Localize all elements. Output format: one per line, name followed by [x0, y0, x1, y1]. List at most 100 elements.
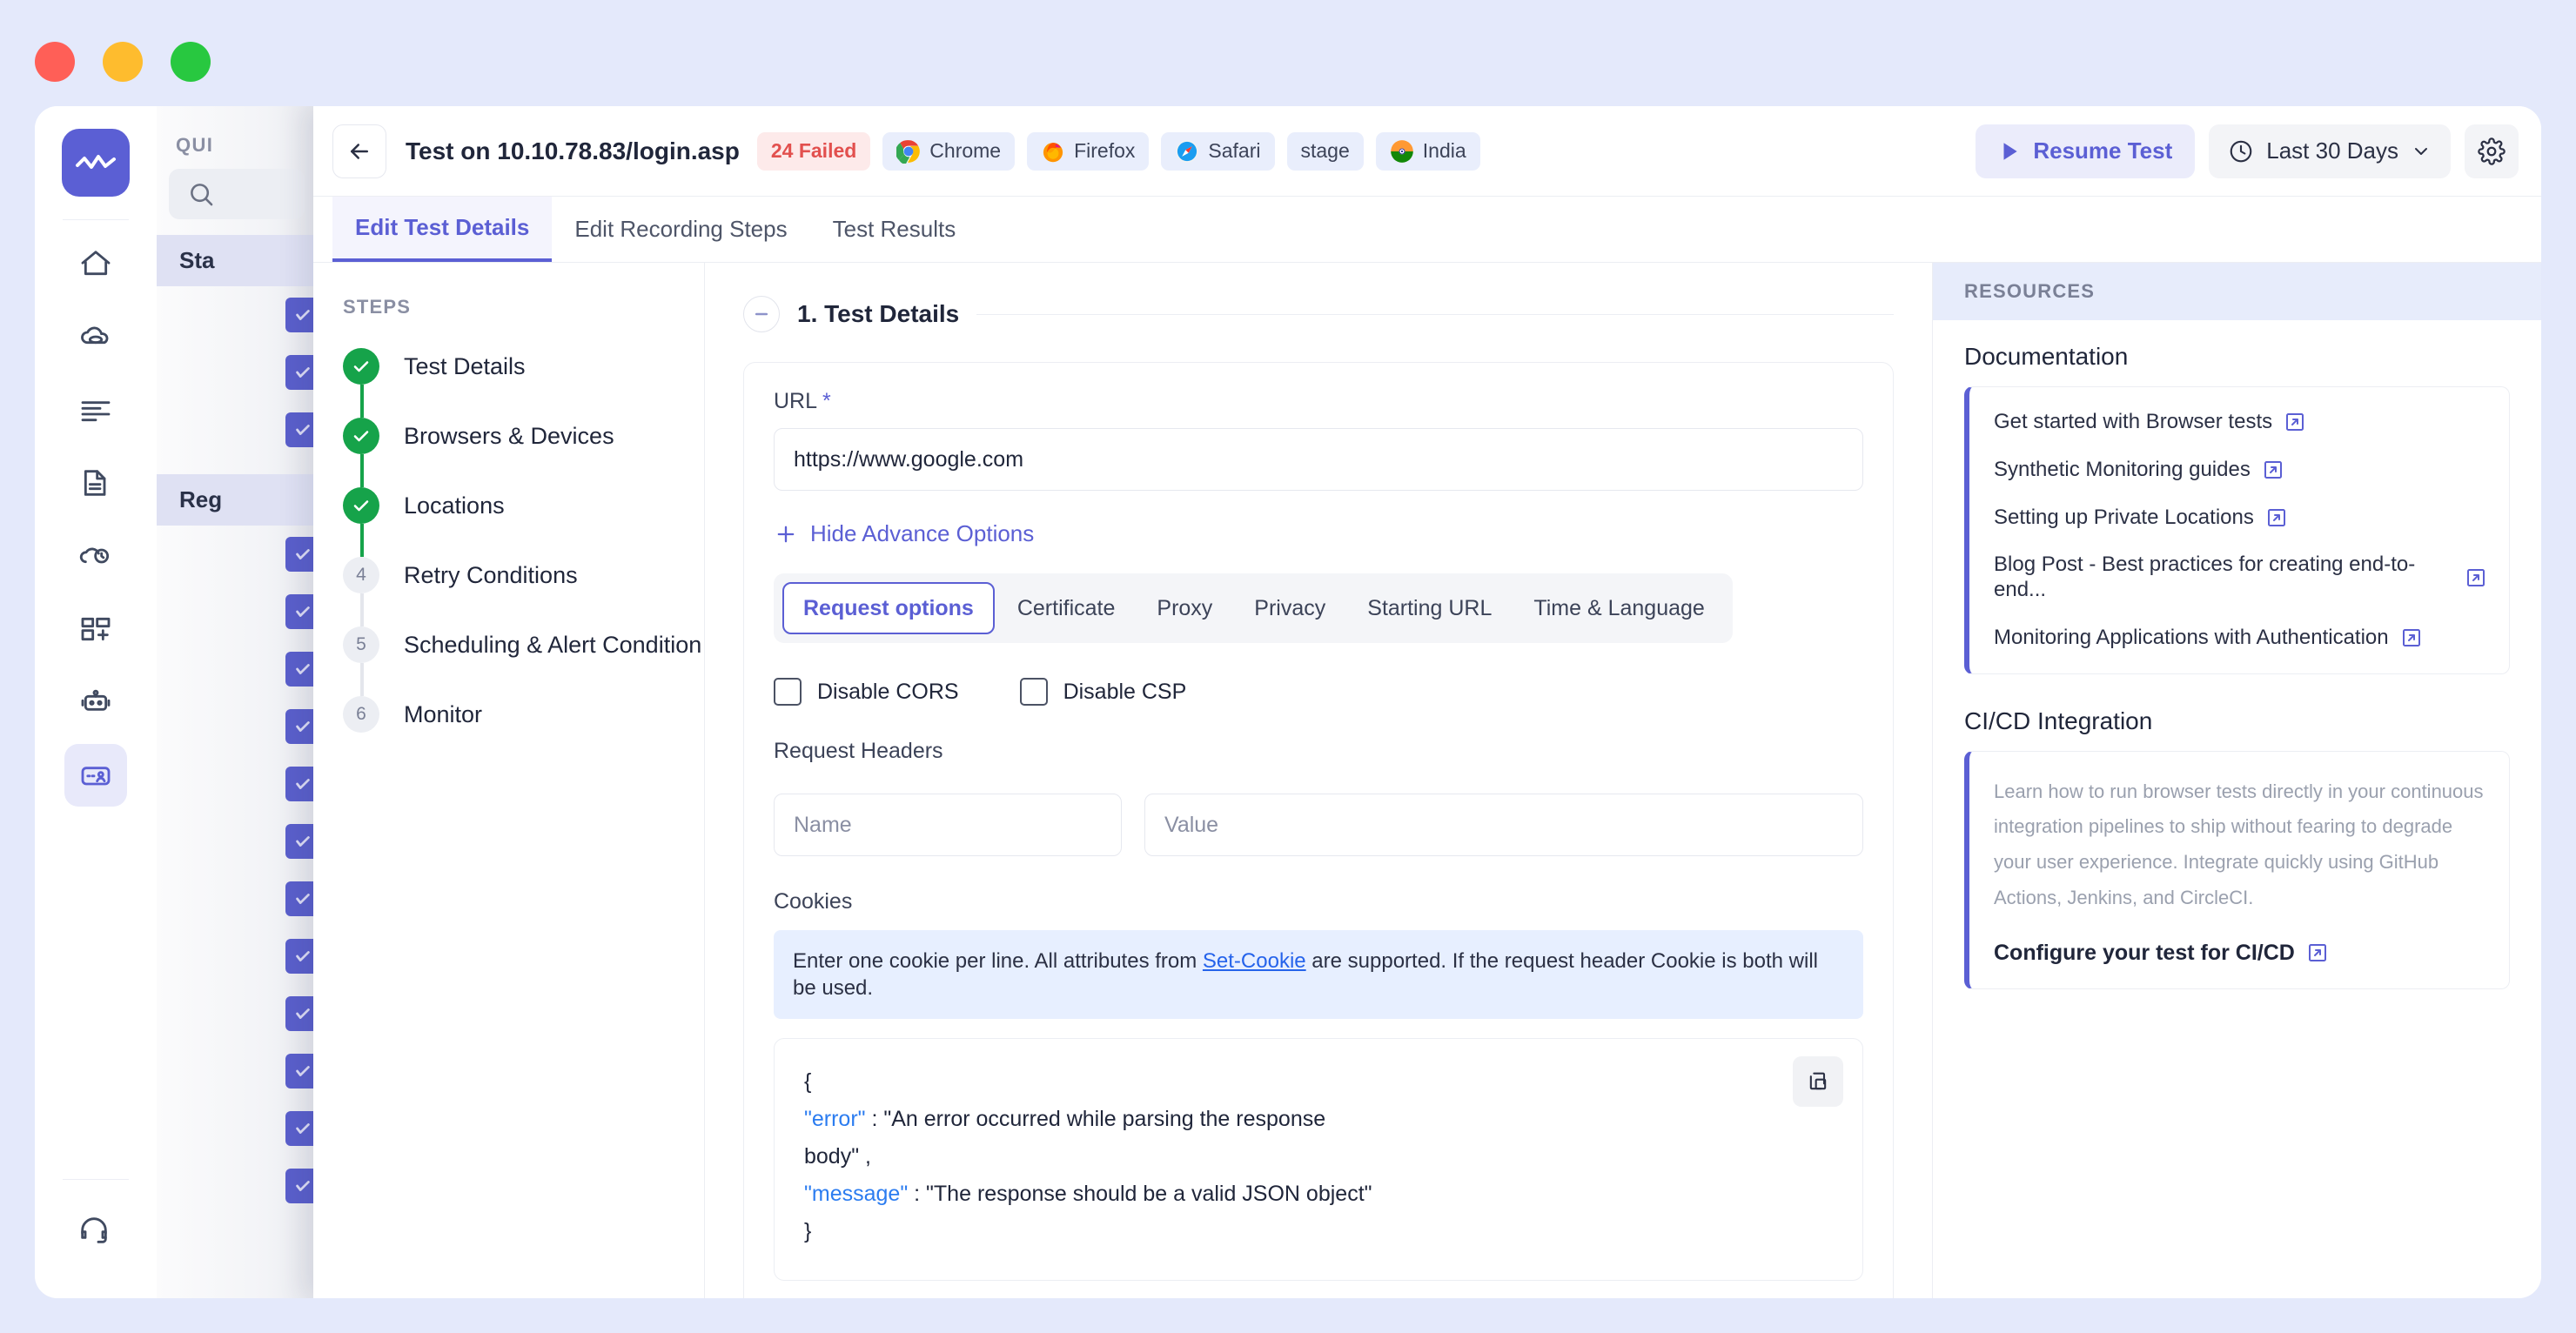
list-item[interactable]: [157, 583, 313, 640]
status-badge[interactable]: 24 Failed: [757, 132, 870, 171]
copy-icon[interactable]: [1793, 1056, 1843, 1107]
settings-button[interactable]: [2465, 124, 2519, 178]
check-icon: [285, 881, 313, 916]
step-item-locations[interactable]: Locations: [343, 487, 704, 524]
checkbox-box: [1020, 678, 1048, 706]
play-icon: [1998, 139, 2021, 164]
home-icon[interactable]: [64, 232, 127, 295]
cloud-monitor-icon[interactable]: [64, 525, 127, 587]
sidebar-group-heading: Reg: [157, 474, 313, 526]
request-header-value-input[interactable]: Value: [1144, 794, 1863, 856]
option-tab-starting-url[interactable]: Starting URL: [1348, 582, 1511, 634]
location-pill-india[interactable]: India: [1376, 132, 1480, 171]
cookies-code-editor[interactable]: { "error" : "An error occurred while par…: [774, 1038, 1863, 1281]
minus-icon[interactable]: [743, 296, 780, 332]
doc-link-label: Get started with Browser tests: [1994, 410, 2272, 435]
cloud-infrastructure-icon[interactable]: [64, 305, 127, 368]
tab-label: Test Results: [833, 216, 956, 243]
external-link-icon: [2465, 567, 2486, 588]
arrow-left-icon: [346, 138, 372, 164]
list-item[interactable]: [157, 985, 313, 1042]
doc-link-get-started[interactable]: Get started with Browser tests: [1994, 410, 2486, 435]
option-tab-certificate[interactable]: Certificate: [998, 582, 1135, 634]
list-item[interactable]: [157, 698, 313, 755]
list-item[interactable]: [157, 813, 313, 870]
code-line: }: [804, 1213, 1833, 1250]
request-headers-label: Request Headers: [774, 739, 1863, 764]
step-label: Test Details: [404, 353, 526, 380]
list-item[interactable]: [157, 401, 313, 459]
tab-edit-test-details[interactable]: Edit Test Details: [332, 197, 552, 262]
list-item[interactable]: [157, 755, 313, 813]
list-item[interactable]: [157, 344, 313, 401]
check-icon: [285, 1169, 313, 1203]
doc-link-blog-post[interactable]: Blog Post - Best practices for creating …: [1994, 553, 2486, 603]
sidebar-group-heading: Sta: [157, 235, 313, 286]
tab-test-results[interactable]: Test Results: [810, 197, 979, 262]
synthetic-monitoring-icon[interactable]: [64, 744, 127, 807]
resources-body: Documentation Get started with Browser t…: [1933, 320, 2541, 989]
quick-label: QUI: [157, 115, 313, 157]
list-item[interactable]: [157, 286, 313, 344]
dashboard-add-icon[interactable]: [64, 598, 127, 660]
wave-logo[interactable]: [62, 129, 130, 197]
list-item[interactable]: [157, 526, 313, 583]
minimize-window-button[interactable]: [103, 42, 143, 82]
doc-link-monitoring-auth[interactable]: Monitoring Applications with Authenticat…: [1994, 626, 2486, 651]
checkbox-box: [774, 678, 802, 706]
browser-pill-firefox[interactable]: Firefox: [1027, 132, 1149, 171]
option-tab-label: Time & Language: [1533, 596, 1704, 621]
option-tab-privacy[interactable]: Privacy: [1235, 582, 1345, 634]
browser-pill-safari[interactable]: Safari: [1161, 132, 1274, 171]
url-input[interactable]: https://www.google.com: [774, 428, 1863, 491]
set-cookie-link[interactable]: Set-Cookie: [1203, 949, 1306, 973]
cicd-configure-link[interactable]: Configure your test for CI/CD: [1994, 941, 2486, 966]
doc-link-private-locations[interactable]: Setting up Private Locations: [1994, 506, 2486, 531]
date-range-selector[interactable]: Last 30 Days: [2209, 124, 2451, 178]
disable-cors-checkbox[interactable]: Disable CORS: [774, 678, 959, 706]
logs-icon[interactable]: [64, 378, 127, 441]
resume-test-button[interactable]: Resume Test: [1976, 124, 2195, 178]
doc-link-synthetic-guides[interactable]: Synthetic Monitoring guides: [1994, 458, 2486, 483]
headset-support-icon[interactable]: [63, 1199, 125, 1262]
doc-link-label: Synthetic Monitoring guides: [1994, 458, 2251, 483]
list-item[interactable]: [157, 870, 313, 928]
doc-link-label: Setting up Private Locations: [1994, 506, 2254, 531]
step-label: Locations: [404, 492, 505, 519]
option-tab-request-options[interactable]: Request options: [782, 582, 995, 634]
back-button[interactable]: [332, 124, 386, 178]
list-item[interactable]: [157, 1042, 313, 1100]
request-option-checkboxes: Disable CORS Disable CSP: [774, 678, 1863, 706]
close-window-button[interactable]: [35, 42, 75, 82]
toggle-advance-options[interactable]: Hide Advance Options: [774, 520, 1863, 547]
option-tab-proxy[interactable]: Proxy: [1137, 582, 1231, 634]
steps-sidebar: STEPS Test Details: [313, 263, 705, 1298]
rail-divider: [63, 219, 129, 220]
step-item-retry-conditions[interactable]: 4 Retry Conditions: [343, 557, 704, 593]
step-item-test-details[interactable]: Test Details: [343, 348, 704, 385]
check-icon: [285, 594, 313, 629]
code-line: {: [804, 1063, 1833, 1101]
environment-pill[interactable]: stage: [1287, 132, 1364, 171]
step-item-monitor[interactable]: 6 Monitor: [343, 696, 704, 733]
browser-pill-label: Firefox: [1074, 139, 1135, 163]
maximize-window-button[interactable]: [171, 42, 211, 82]
browser-pill-chrome[interactable]: Chrome: [882, 132, 1015, 171]
list-item[interactable]: [157, 928, 313, 985]
list-item[interactable]: [157, 1157, 313, 1215]
list-item[interactable]: [157, 1100, 313, 1157]
list-item[interactable]: [157, 640, 313, 698]
chevron-down-icon: [2411, 141, 2432, 162]
request-header-name-input[interactable]: Name: [774, 794, 1122, 856]
disable-csp-checkbox[interactable]: Disable CSP: [1020, 678, 1187, 706]
step-item-scheduling-alert-condition[interactable]: 5 Scheduling & Alert Condition: [343, 626, 704, 663]
sidebar-group-2-rows: [157, 526, 313, 1215]
robot-icon[interactable]: [64, 671, 127, 733]
environment-label: stage: [1301, 139, 1350, 163]
step-item-browsers-devices[interactable]: Browsers & Devices: [343, 418, 704, 454]
option-tab-time-language[interactable]: Time & Language: [1514, 582, 1723, 634]
document-icon[interactable]: [64, 452, 127, 514]
advance-options-tabs: Request options Certificate Proxy Privac…: [774, 573, 1733, 643]
tab-edit-recording-steps[interactable]: Edit Recording Steps: [552, 197, 809, 262]
sidebar-search-input[interactable]: [169, 169, 305, 219]
